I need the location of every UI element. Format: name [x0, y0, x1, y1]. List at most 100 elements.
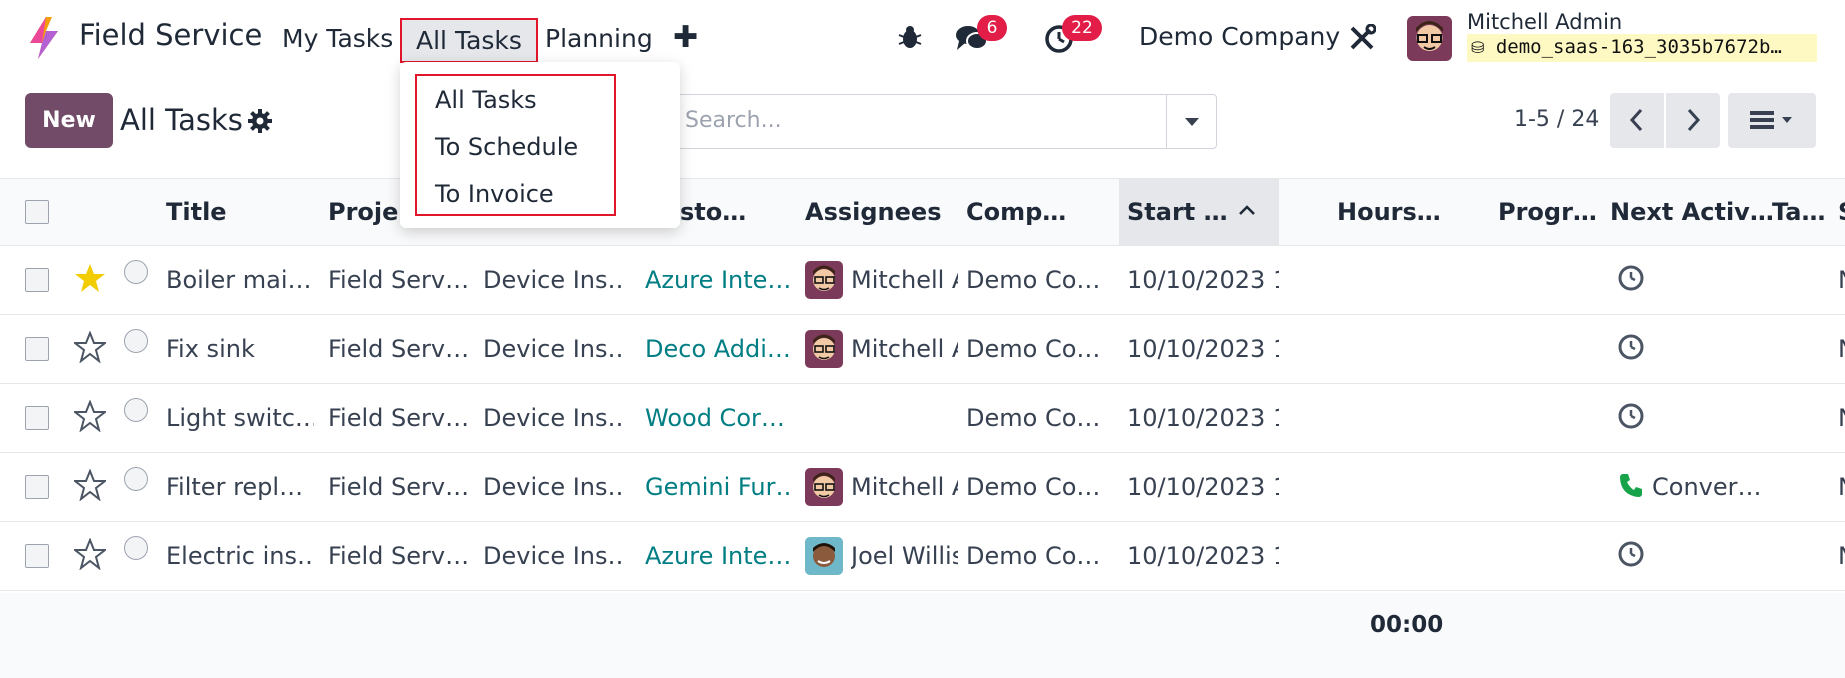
row-checkbox[interactable]	[25, 544, 49, 568]
col-next-activity[interactable]: Next Activ…	[1610, 198, 1774, 226]
col-customer[interactable]: sto…	[680, 198, 746, 226]
table-row[interactable]: Fix sink Field Serv… Device Ins… Deco Addi……	[0, 315, 1845, 384]
cell-stage-tail[interactable]: N	[1838, 404, 1845, 432]
phone-icon[interactable]	[1617, 471, 1645, 505]
gear-icon[interactable]	[247, 108, 273, 134]
cell-stage[interactable]: Device Ins…	[483, 266, 623, 294]
col-stage[interactable]: S	[1838, 198, 1845, 226]
cell-company[interactable]: Demo Co…	[966, 266, 1109, 294]
cell-company[interactable]: Demo Co…	[966, 335, 1109, 363]
assignee-avatar[interactable]	[805, 261, 843, 299]
row-checkbox[interactable]	[25, 268, 49, 292]
star-filled-icon[interactable]	[74, 262, 106, 300]
cell-title[interactable]: Filter repl…	[166, 473, 314, 501]
plus-icon[interactable]: ✚	[673, 20, 698, 55]
cell-start-date[interactable]: 10/10/2023 14	[1127, 335, 1279, 363]
cell-customer[interactable]: Gemini Fur…	[645, 473, 790, 501]
user-name[interactable]: Mitchell Admin	[1467, 10, 1622, 34]
col-tags[interactable]: Ta…	[1772, 198, 1825, 226]
dropdown-item-all-tasks[interactable]: All Tasks	[435, 86, 537, 114]
star-icon[interactable]	[72, 399, 108, 438]
sort-ascending-icon[interactable]	[1237, 201, 1257, 221]
assignee-avatar[interactable]	[805, 468, 843, 506]
cell-company[interactable]: Demo Co…	[966, 404, 1109, 432]
clock-icon[interactable]	[1617, 333, 1645, 367]
cell-assignee[interactable]: Mitchell Ac	[851, 473, 958, 501]
clock-icon[interactable]	[1617, 264, 1645, 298]
pager-previous-button[interactable]	[1610, 93, 1664, 148]
cell-start-date[interactable]: 10/10/2023 15	[1127, 473, 1279, 501]
new-button[interactable]: New	[25, 93, 113, 148]
bug-icon[interactable]	[897, 24, 923, 50]
status-circle-icon[interactable]	[124, 536, 148, 560]
table-row[interactable]: Boiler mai… Field Serv… Device Ins… Azure I…	[0, 246, 1845, 315]
search-options-toggle[interactable]	[1166, 95, 1216, 148]
cell-stage-tail[interactable]: N	[1838, 266, 1845, 294]
cell-project[interactable]: Field Serv…	[328, 542, 468, 570]
cell-customer[interactable]: Azure Inte…	[645, 266, 790, 294]
clock-icon[interactable]	[1617, 402, 1645, 436]
col-title[interactable]: Title	[166, 198, 227, 226]
cell-activity-summary[interactable]: Conver…	[1652, 473, 1760, 501]
menu-planning[interactable]: Planning	[531, 18, 667, 62]
cell-customer[interactable]: Deco Addi…	[645, 335, 790, 363]
assignee-avatar[interactable]	[805, 330, 843, 368]
row-checkbox[interactable]	[25, 475, 49, 499]
col-project[interactable]: Projec	[328, 198, 398, 226]
status-circle-icon[interactable]	[124, 398, 148, 422]
status-circle-icon[interactable]	[124, 467, 148, 491]
status-circle-icon[interactable]	[124, 260, 148, 284]
user-avatar[interactable]	[1407, 16, 1452, 61]
cell-title[interactable]: Light switc…	[166, 404, 314, 432]
dropdown-item-to-invoice[interactable]: To Invoice	[435, 180, 554, 208]
star-icon[interactable]	[72, 330, 108, 369]
view-switcher-button[interactable]	[1728, 93, 1816, 148]
star-icon[interactable]	[72, 468, 108, 507]
cell-customer[interactable]: Wood Cor…	[645, 404, 790, 432]
cell-stage[interactable]: Device Ins…	[483, 335, 623, 363]
app-logo-icon[interactable]	[26, 15, 62, 61]
cell-stage[interactable]: Device Ins…	[483, 542, 623, 570]
table-row[interactable]: Filter repl… Field Serv… Device Ins… Gemini…	[0, 453, 1845, 522]
cell-title[interactable]: Electric ins…	[166, 542, 314, 570]
cell-company[interactable]: Demo Co…	[966, 542, 1109, 570]
tools-icon[interactable]	[1348, 24, 1376, 52]
cell-assignee[interactable]: Joel Willis	[851, 542, 958, 570]
dropdown-item-to-schedule[interactable]: To Schedule	[435, 133, 578, 161]
cell-stage-tail[interactable]: N	[1838, 542, 1845, 570]
cell-title[interactable]: Fix sink	[166, 335, 314, 363]
cell-assignee[interactable]: Mitchell Ac	[851, 335, 958, 363]
cell-stage[interactable]: Device Ins…	[483, 404, 623, 432]
col-hours[interactable]: Hours…	[1337, 198, 1441, 226]
row-checkbox[interactable]	[25, 406, 49, 430]
col-assignees[interactable]: Assignees	[805, 198, 941, 226]
select-all-checkbox[interactable]	[25, 200, 49, 224]
col-start-date[interactable]: Start …	[1127, 198, 1228, 226]
table-row[interactable]: Light switc… Field Serv… Device Ins… Wood C…	[0, 384, 1845, 453]
cell-company[interactable]: Demo Co…	[966, 473, 1109, 501]
table-row[interactable]: Electric ins… Field Serv… Device Ins… Azure…	[0, 522, 1845, 591]
status-circle-icon[interactable]	[124, 329, 148, 353]
cell-title[interactable]: Boiler mai…	[166, 266, 314, 294]
app-name[interactable]: Field Service	[79, 18, 262, 52]
cell-stage[interactable]: Device Ins…	[483, 473, 623, 501]
pager-value[interactable]: 1-5 / 24	[1514, 107, 1599, 132]
menu-my-tasks[interactable]: My Tasks	[268, 18, 407, 62]
cell-stage-tail[interactable]: N	[1838, 473, 1845, 501]
cell-project[interactable]: Field Serv…	[328, 266, 468, 294]
cell-start-date[interactable]: 10/10/2023 12	[1127, 266, 1279, 294]
company-switcher[interactable]: Demo Company	[1139, 22, 1340, 51]
pager-next-button[interactable]	[1666, 93, 1720, 148]
menu-all-tasks[interactable]: All Tasks	[400, 18, 538, 63]
assignee-avatar[interactable]	[805, 537, 843, 575]
col-company[interactable]: Comp…	[966, 198, 1066, 226]
clock-icon[interactable]	[1617, 540, 1645, 574]
cell-start-date[interactable]: 10/10/2023 15	[1127, 542, 1279, 570]
cell-start-date[interactable]: 10/10/2023 14	[1127, 404, 1279, 432]
col-progress[interactable]: Progr…	[1498, 198, 1597, 226]
row-checkbox[interactable]	[25, 337, 49, 361]
star-icon[interactable]	[72, 537, 108, 576]
cell-project[interactable]: Field Serv…	[328, 404, 468, 432]
cell-assignee[interactable]: Mitchell Ac	[851, 266, 958, 294]
cell-project[interactable]: Field Serv…	[328, 335, 468, 363]
